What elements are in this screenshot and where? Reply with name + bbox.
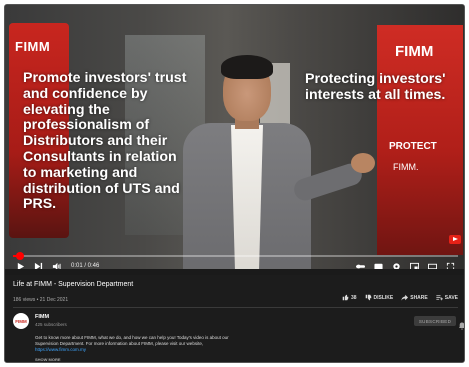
notification-bell-icon[interactable]: [459, 317, 464, 330]
video-caption-right: Protecting investors' interests at all t…: [305, 71, 446, 103]
player-controls: 0:01 / 0:46: [5, 258, 464, 269]
play-icon[interactable]: [13, 259, 27, 269]
website-link[interactable]: https://www.fimm.com.my: [35, 347, 285, 353]
view-count-date: 186 views • 21 Dec 2021: [13, 297, 69, 303]
video-player[interactable]: FIMM FIMM PROTECT FIMM. Promote investor…: [5, 5, 464, 269]
action-bar: 38 DISLIKE SHARE SAVE: [342, 294, 458, 301]
share-icon: [401, 294, 409, 301]
banner-logo-small: FIMM.: [393, 162, 419, 172]
next-icon[interactable]: [31, 259, 45, 269]
subscriber-count: 425 subscribers: [35, 322, 67, 327]
video-info-panel: Life at FIMM - Supervision Department 18…: [5, 275, 464, 362]
thumbs-down-icon: [365, 294, 371, 301]
show-more-button[interactable]: SHOW MORE: [35, 357, 61, 362]
share-button[interactable]: SHARE: [401, 294, 428, 301]
background-banner-right: FIMM PROTECT FIMM.: [377, 25, 463, 255]
banner-logo-right: FIMM: [395, 43, 434, 60]
autoplay-toggle[interactable]: [352, 259, 368, 269]
save-label: SAVE: [444, 294, 458, 301]
theater-mode-icon[interactable]: [424, 259, 440, 269]
subscribe-button[interactable]: SUBSCRIBED: [414, 316, 456, 326]
avatar-logo-text: FIMM: [15, 318, 27, 324]
youtube-logo-icon[interactable]: [449, 235, 461, 244]
banner-logo-left: FIMM: [15, 39, 51, 54]
dislike-button[interactable]: DISLIKE: [365, 294, 394, 301]
save-icon: [436, 295, 443, 301]
browser-frame: FIMM FIMM PROTECT FIMM. Promote investor…: [4, 4, 465, 363]
subtitles-icon[interactable]: [370, 259, 386, 269]
channel-name[interactable]: FIMM: [35, 314, 49, 320]
video-caption-left: Promote investors' trust and confidence …: [23, 70, 187, 213]
fullscreen-icon[interactable]: [442, 259, 458, 269]
time-display: 0:01 / 0:46: [71, 263, 100, 269]
video-description: Get to know more about FIMM, what we do,…: [35, 335, 285, 353]
thumbs-up-icon: [342, 294, 349, 301]
miniplayer-icon[interactable]: [406, 259, 422, 269]
volume-icon[interactable]: [49, 259, 63, 269]
banner-protect-text: PROTECT: [389, 141, 437, 152]
divider: [13, 307, 458, 308]
settings-gear-icon[interactable]: [388, 259, 404, 269]
progress-bar[interactable]: [13, 252, 458, 260]
save-button[interactable]: SAVE: [436, 294, 458, 301]
dislike-label: DISLIKE: [373, 294, 394, 301]
video-title: Life at FIMM - Supervision Department: [13, 281, 134, 288]
like-button[interactable]: 38: [342, 294, 357, 301]
channel-avatar[interactable]: FIMM: [13, 313, 29, 329]
share-label: SHARE: [410, 294, 428, 301]
like-count: 38: [350, 294, 357, 301]
